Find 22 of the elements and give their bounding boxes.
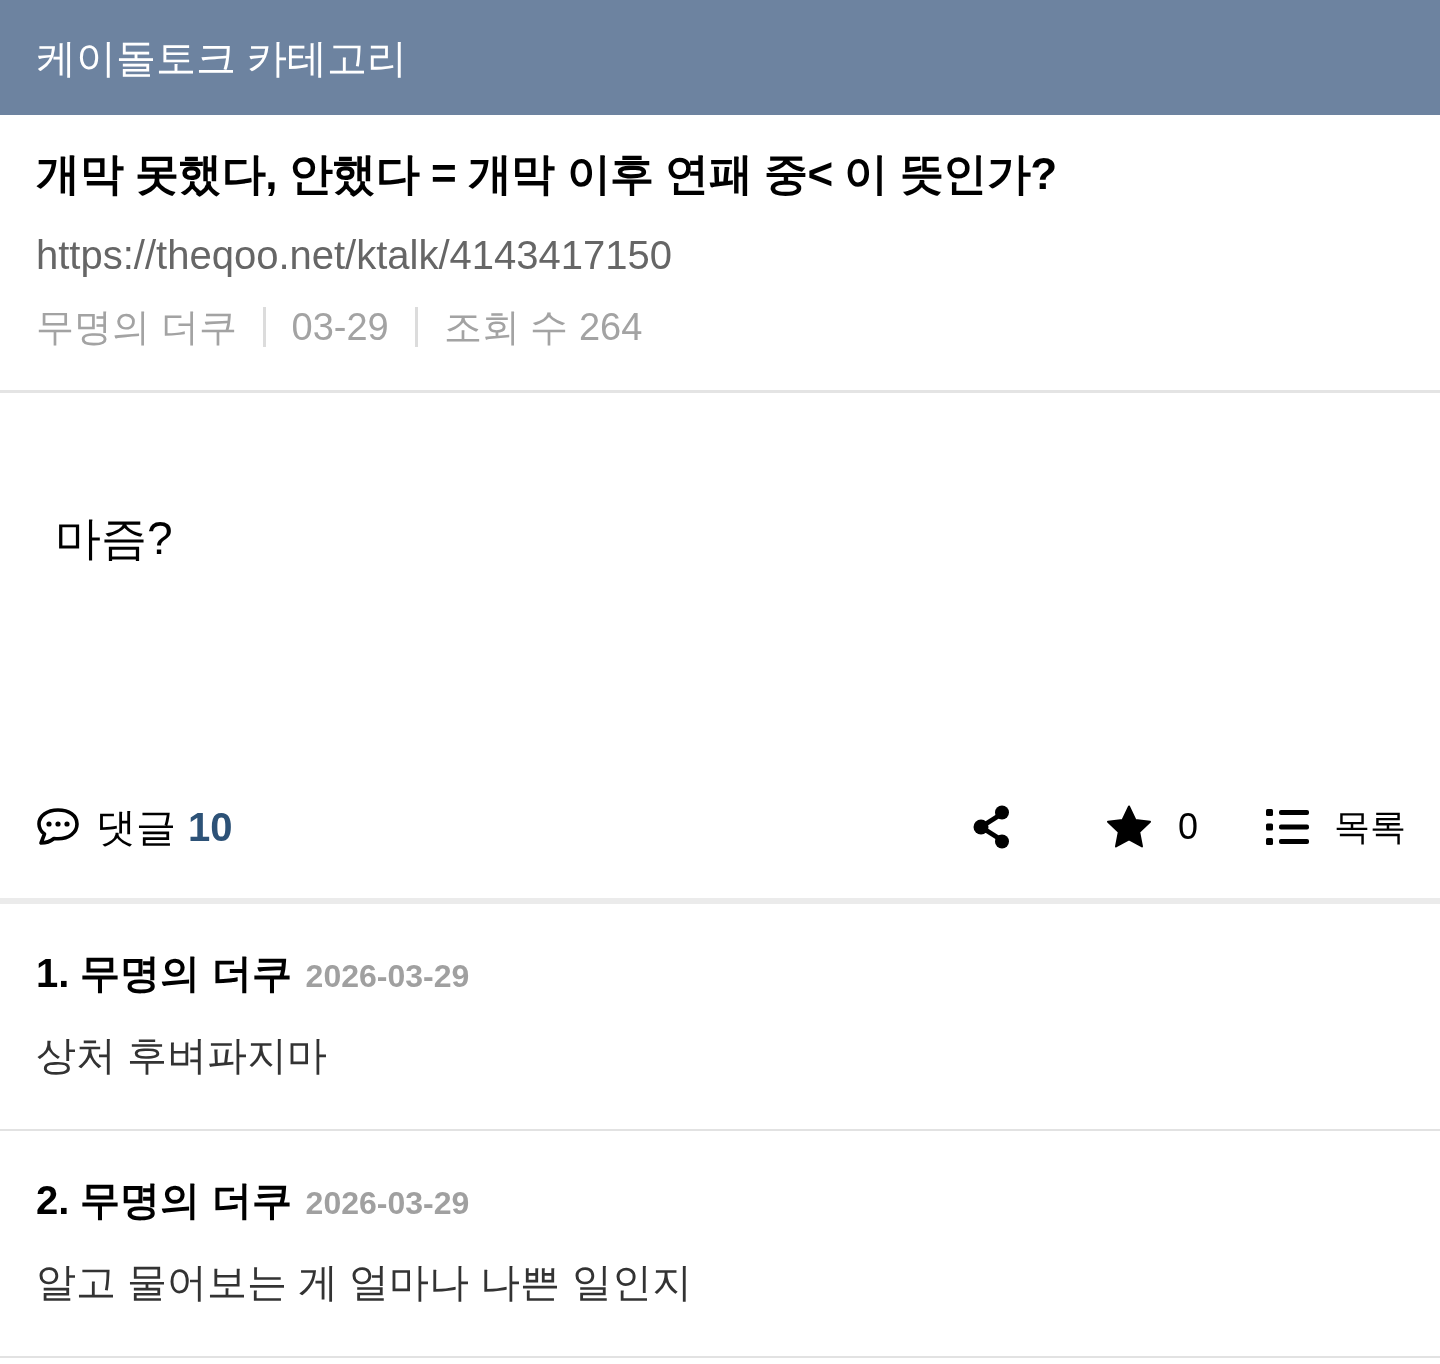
comment-date: 2026-03-29 bbox=[305, 957, 470, 996]
comment-author: 2. 무명의 더쿠 bbox=[36, 1177, 292, 1224]
speech-bubble-icon bbox=[35, 807, 81, 847]
share-icon bbox=[972, 805, 1011, 849]
favorite-button[interactable]: 0 bbox=[1105, 805, 1198, 849]
list-icon bbox=[1266, 809, 1309, 845]
author-name: 무명의 더쿠 bbox=[36, 305, 237, 350]
list-button[interactable]: 목록 bbox=[1266, 805, 1406, 849]
post-body-text: 마즘? bbox=[55, 511, 174, 566]
post-title: 개막 못했다, 안했다 = 개막 이후 연패 중< 이 뜻인가? bbox=[36, 148, 1058, 200]
comment-text: 알고 물어보는 게 얼마나 나쁜 일인지 bbox=[36, 1259, 693, 1306]
view-count: 조회 수 264 bbox=[443, 305, 643, 350]
comment-author: 1. 무명의 더쿠 bbox=[36, 950, 292, 997]
category-title: 케이돌토크 카테고리 bbox=[36, 34, 408, 82]
post-date: 03-29 bbox=[291, 305, 389, 350]
post-url: https://theqoo.net/ktalk/4143417150 bbox=[36, 232, 674, 279]
comment-date: 2026-03-29 bbox=[305, 1184, 470, 1223]
share-button[interactable] bbox=[972, 805, 1011, 849]
star-icon bbox=[1105, 805, 1152, 849]
comments-label: 댓글 bbox=[96, 805, 176, 849]
comment-text: 상처 후벼파지마 bbox=[36, 1032, 329, 1079]
comments-count: 10 bbox=[188, 805, 233, 849]
